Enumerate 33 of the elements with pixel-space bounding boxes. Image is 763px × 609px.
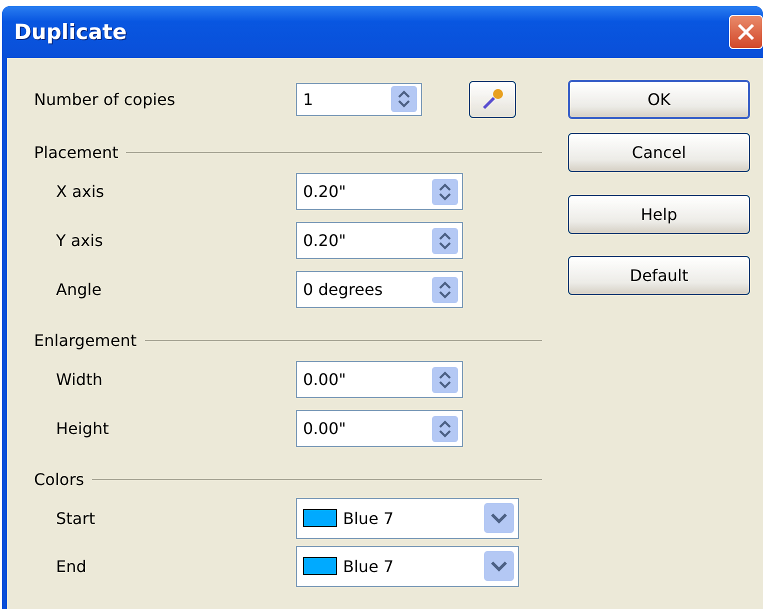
field-label: End bbox=[55, 556, 88, 576]
field-label: Y axis bbox=[55, 231, 104, 250]
dialog-button[interactable]: Help bbox=[568, 195, 750, 234]
copies-label: Number of copies bbox=[34, 90, 176, 108]
copies-spin-field[interactable]: 1 bbox=[296, 82, 422, 116]
spin-field[interactable]: 0 degrees bbox=[296, 271, 463, 308]
field-label: Angle bbox=[55, 280, 103, 299]
spin-field[interactable]: 0.20" bbox=[296, 173, 463, 210]
field-label: X axis bbox=[55, 182, 106, 201]
field-label: Height bbox=[55, 419, 110, 438]
spin-field[interactable]: 0.00" bbox=[296, 361, 463, 398]
spin-arrows-icon[interactable] bbox=[432, 416, 458, 442]
dialog-button[interactable]: Default bbox=[568, 256, 750, 295]
spin-arrows-icon[interactable] bbox=[432, 178, 458, 204]
dialog-button[interactable]: Cancel bbox=[568, 133, 750, 172]
spin-arrows-icon[interactable] bbox=[432, 228, 458, 254]
close-button[interactable] bbox=[729, 15, 763, 49]
spin-arrows-icon[interactable] bbox=[432, 276, 458, 302]
dialog-button[interactable]: OK bbox=[568, 80, 750, 119]
eyedropper-button[interactable] bbox=[469, 80, 516, 118]
spin-arrows-icon[interactable] bbox=[391, 86, 417, 112]
spin-field[interactable]: 0.20" bbox=[296, 222, 463, 259]
spin-field[interactable]: 0.00" bbox=[296, 410, 463, 447]
field-label: Start bbox=[55, 508, 96, 528]
section-heading: Colors bbox=[34, 470, 84, 488]
field-label: Width bbox=[55, 370, 104, 389]
section-heading: Enlargement bbox=[34, 330, 137, 350]
close-icon bbox=[736, 22, 756, 42]
section-heading: Placement bbox=[34, 142, 118, 162]
window-title: Duplicate bbox=[14, 20, 127, 44]
color-dropdown[interactable]: Blue 7 bbox=[296, 546, 519, 586]
color-dropdown[interactable]: Blue 7 bbox=[296, 498, 519, 538]
spin-arrows-icon[interactable] bbox=[432, 366, 458, 392]
